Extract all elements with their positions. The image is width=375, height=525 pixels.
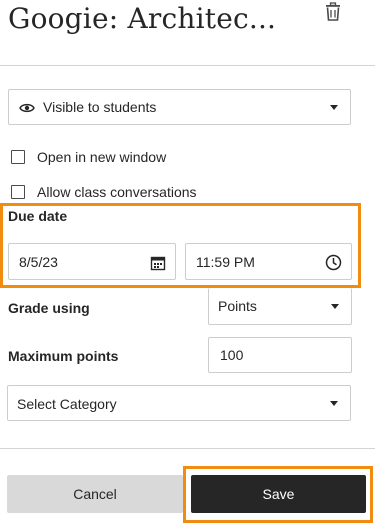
visibility-selected: Visible to students [43,99,157,115]
visibility-select[interactable]: Visible to students [8,89,351,125]
header-divider [0,65,375,66]
grade-using-select[interactable]: Points [208,288,352,325]
allow-conversations-label: Allow class conversations [37,184,197,200]
page-title: Googie: Architec... [8,2,277,35]
footer-divider [0,448,375,449]
delete-button[interactable] [322,2,344,22]
due-date-value: 8/5/23 [19,254,58,270]
chevron-down-icon [331,304,339,309]
due-date-label: Due date [8,208,68,224]
due-time-input[interactable]: 11:59 PM [185,243,352,280]
calendar-icon[interactable] [150,255,166,274]
open-new-window-checkbox[interactable] [11,150,25,164]
category-select[interactable]: Select Category [7,385,351,421]
clock-icon[interactable] [325,254,342,274]
allow-conversations-checkbox[interactable] [11,185,25,199]
trash-icon [326,2,340,21]
cancel-button[interactable]: Cancel [7,475,183,513]
open-new-window-label: Open in new window [37,149,167,165]
maximum-points-label: Maximum points [8,348,119,364]
maximum-points-value: 100 [220,347,244,363]
chevron-down-icon [330,401,338,406]
due-date-input[interactable]: 8/5/23 [8,243,176,280]
category-selected: Select Category [17,396,117,412]
chevron-down-icon [330,105,338,110]
eye-icon [19,101,35,117]
maximum-points-input[interactable]: 100 [208,337,352,373]
grade-using-selected: Points [218,298,257,314]
due-time-value: 11:59 PM [196,254,255,270]
grade-using-label: Grade using [8,300,90,316]
save-button[interactable]: Save [191,475,366,513]
